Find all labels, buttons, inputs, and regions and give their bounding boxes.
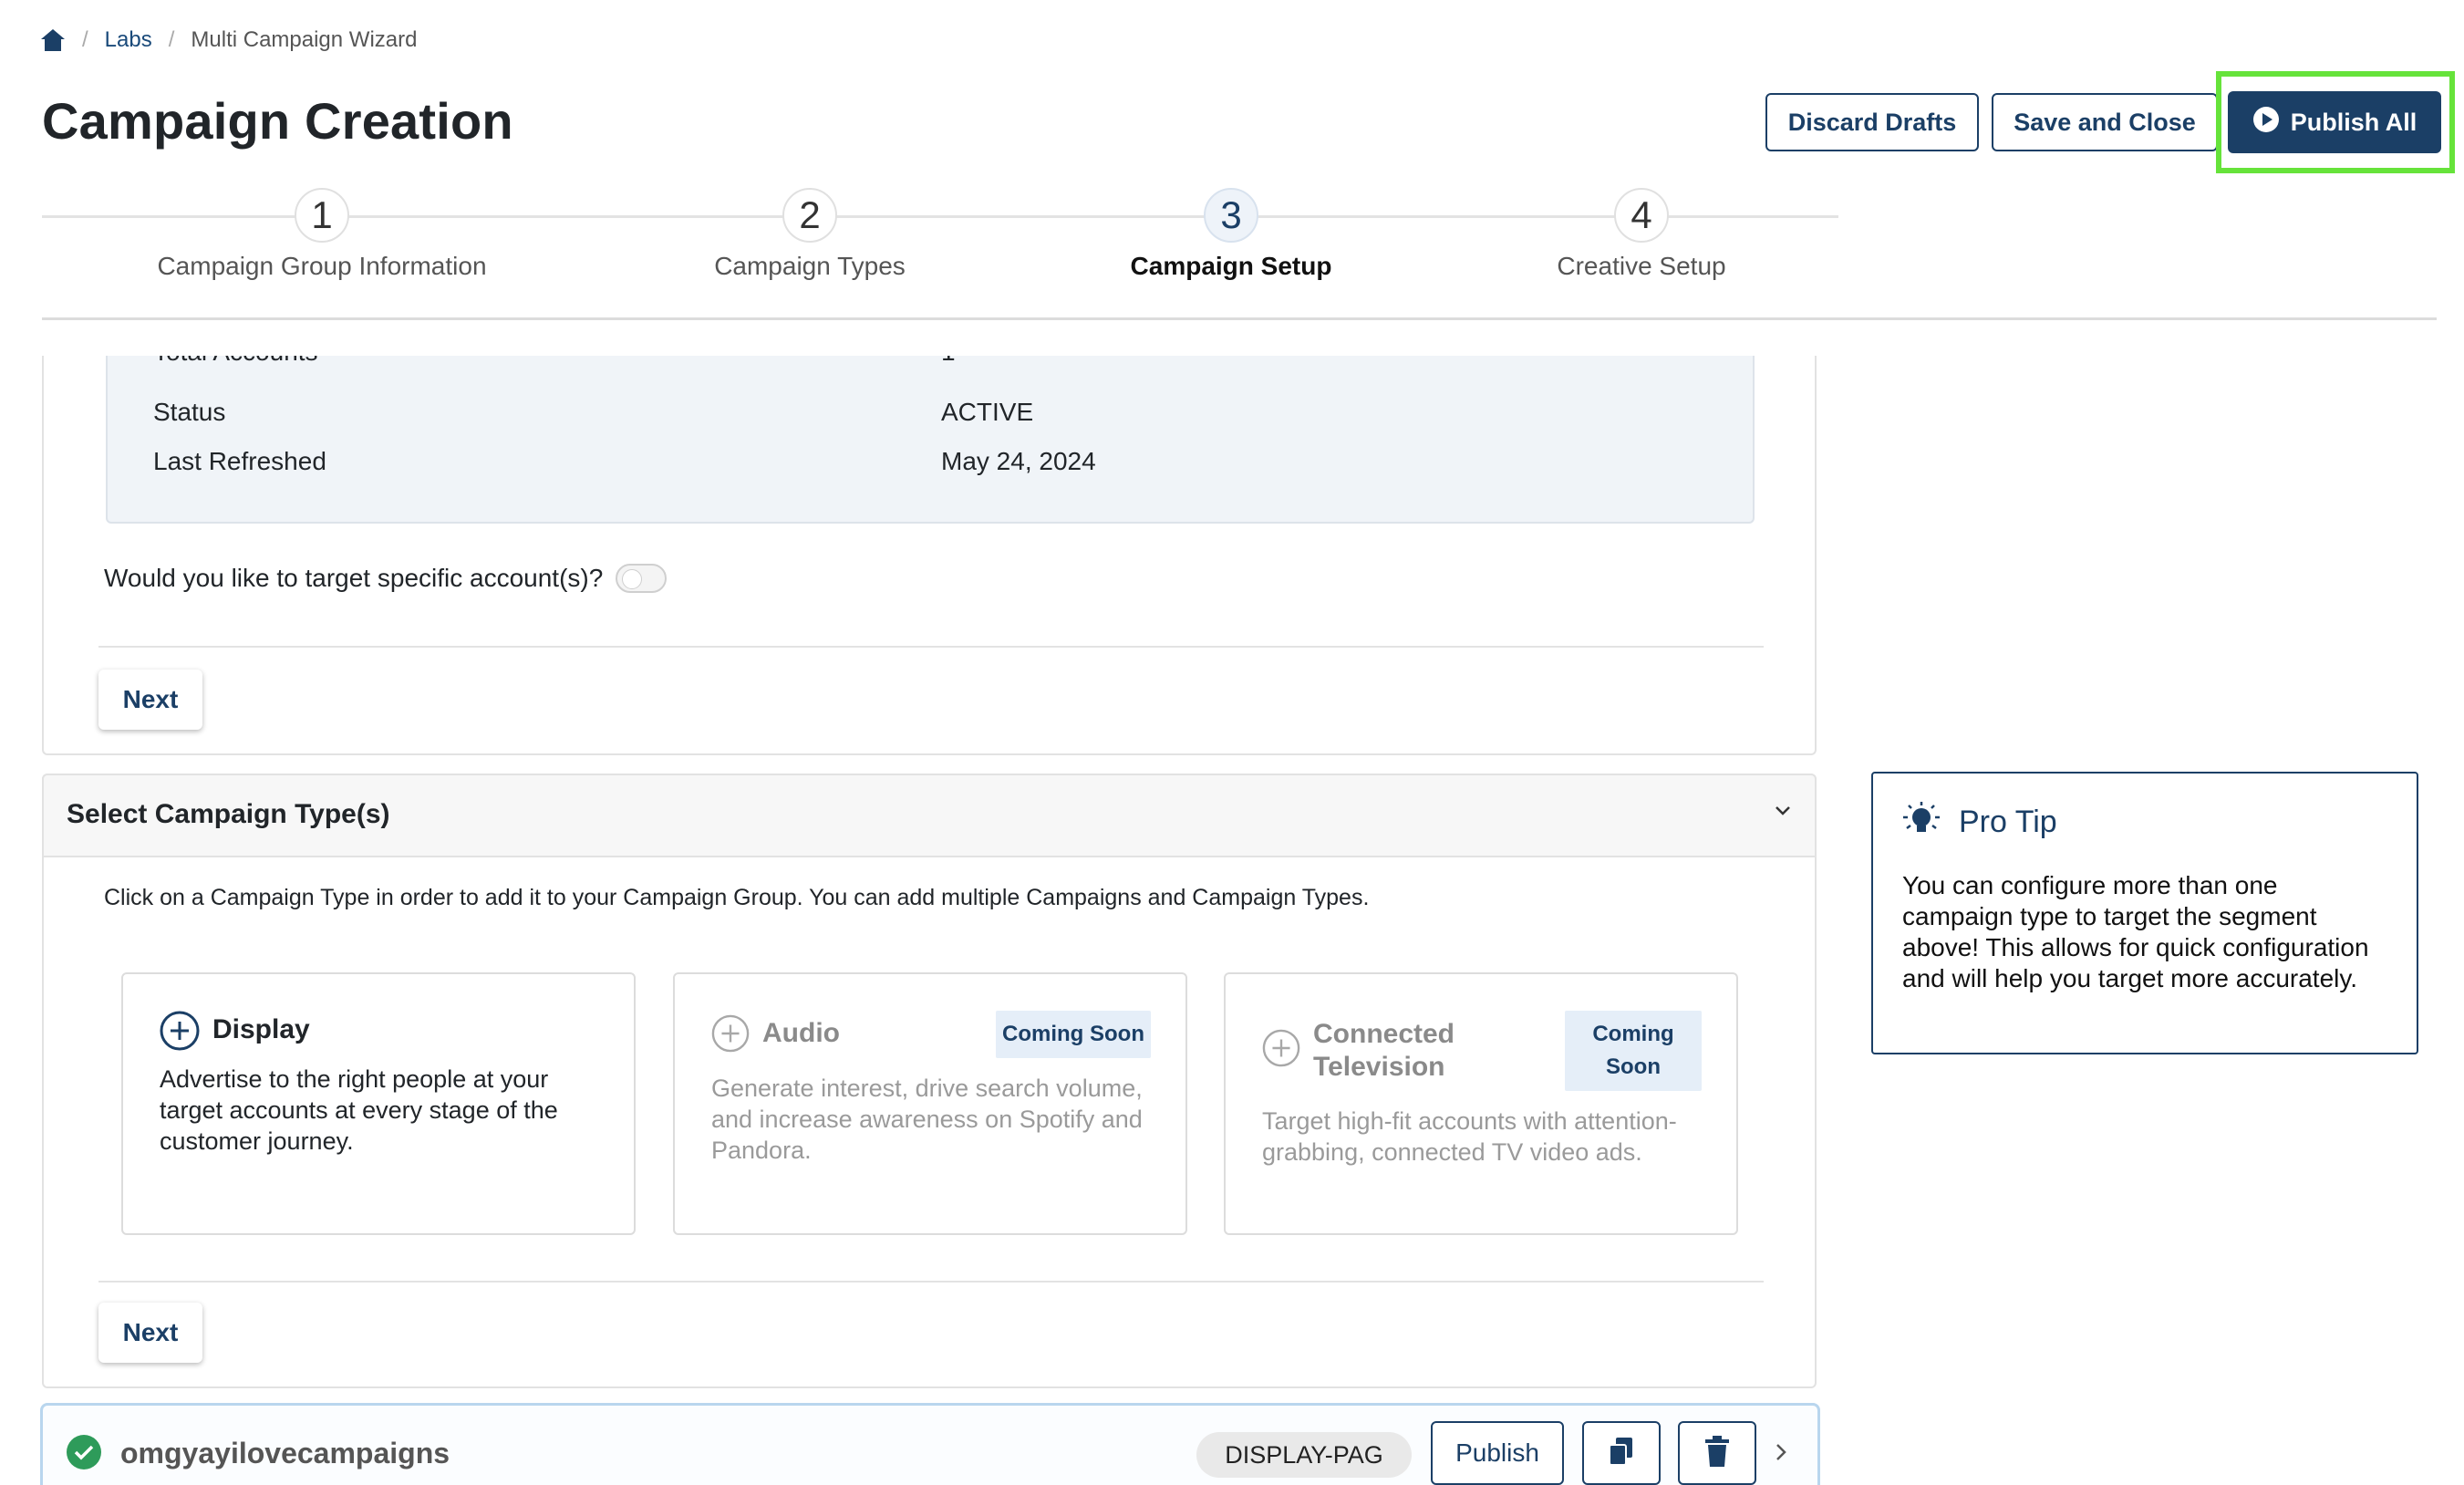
publish-all-button[interactable]: Publish All	[2228, 91, 2441, 153]
target-accounts-toggle[interactable]	[616, 564, 668, 593]
campaign-type-audio[interactable]: Audio Coming Soon Generate interest, dri…	[673, 972, 1187, 1235]
header-divider	[42, 317, 2437, 320]
breadcrumb-separator: /	[168, 27, 175, 52]
discard-drafts-button[interactable]: Discard Drafts	[1765, 93, 1979, 151]
campaign-type-next-button[interactable]: Next	[98, 1303, 202, 1363]
lightbulb-icon	[1900, 801, 1942, 842]
ctv-description: Target high-fit accounts with attention-…	[1262, 1107, 1677, 1166]
target-accounts-label: Would you like to target specific accoun…	[104, 564, 604, 592]
page-title: Campaign Creation	[42, 92, 513, 150]
info-value-total-accounts: 1	[941, 356, 956, 367]
ctv-name: Connected Television	[1313, 1019, 1455, 1082]
chevron-right-icon[interactable]	[1774, 1441, 1788, 1468]
info-label-last-refreshed: Last Refreshed	[153, 447, 326, 475]
campaign-name: omgyayilovecampaigns	[120, 1437, 450, 1469]
step-3-circle[interactable]: 3	[1204, 188, 1258, 243]
breadcrumb: / Labs / Multi Campaign Wizard	[40, 26, 417, 55]
step-4-circle[interactable]: 4	[1614, 188, 1669, 243]
step-1-circle[interactable]: 1	[295, 188, 349, 243]
play-circle-icon	[2252, 106, 2280, 140]
campaign-publish-button[interactable]: Publish	[1431, 1421, 1564, 1485]
toggle-knob	[622, 569, 643, 589]
copy-icon	[1607, 1436, 1636, 1471]
pro-tip-body: You can configure more than one campaign…	[1902, 871, 2369, 992]
pro-tip-title: Pro Tip	[1959, 805, 2057, 839]
info-label-total-accounts: Total Accounts	[153, 356, 318, 367]
save-and-close-button[interactable]: Save and Close	[1992, 93, 2218, 151]
breadcrumb-current: Multi Campaign Wizard	[191, 27, 418, 52]
chevron-down-icon[interactable]	[1773, 801, 1793, 826]
ctv-coming-soon-badge: Coming Soon	[1565, 1011, 1702, 1091]
plus-circle-icon	[1262, 1029, 1300, 1072]
check-circle-icon	[66, 1434, 102, 1475]
segment-info-box: Total Accounts 1 Status ACTIVE Last Refr…	[106, 356, 1755, 524]
audio-description: Generate interest, drive search volume, …	[711, 1075, 1143, 1164]
publish-all-label: Publish All	[2290, 108, 2417, 136]
copy-campaign-button[interactable]	[1582, 1421, 1661, 1485]
info-value-status: ACTIVE	[941, 398, 1034, 426]
audio-name: Audio	[762, 1018, 840, 1048]
section-divider	[98, 646, 1764, 648]
display-description: Advertise to the right people at your ta…	[160, 1065, 558, 1155]
campaign-type-display[interactable]: Display Advertise to the right people at…	[121, 972, 636, 1235]
step-1-label[interactable]: Campaign Group Information	[48, 252, 595, 281]
info-value-last-refreshed: May 24, 2024	[941, 447, 1096, 475]
segment-next-button[interactable]: Next	[98, 670, 202, 730]
delete-campaign-button[interactable]	[1678, 1421, 1756, 1485]
info-label-status: Status	[153, 398, 226, 426]
breadcrumb-separator: /	[82, 27, 88, 52]
breadcrumb-labs[interactable]: Labs	[105, 27, 152, 53]
section-divider	[98, 1281, 1764, 1282]
step-2-circle[interactable]: 2	[782, 188, 837, 243]
home-icon[interactable]	[40, 28, 66, 52]
display-name: Display	[212, 1014, 310, 1044]
plus-circle-icon	[160, 1011, 200, 1055]
audio-coming-soon-badge: Coming Soon	[996, 1011, 1151, 1058]
trash-icon	[1703, 1435, 1731, 1471]
target-accounts-question: Would you like to target specific accoun…	[104, 564, 668, 593]
campaign-type-tag: DISPLAY-PAG	[1196, 1432, 1412, 1478]
campaign-type-title: Select Campaign Type(s)	[67, 799, 390, 829]
step-4-label[interactable]: Creative Setup	[1368, 252, 1915, 281]
plus-circle-icon	[711, 1014, 750, 1057]
campaign-type-ctv[interactable]: Connected Television Coming Soon Target …	[1224, 972, 1738, 1235]
campaign-type-description: Click on a Campaign Type in order to add…	[104, 885, 1370, 910]
